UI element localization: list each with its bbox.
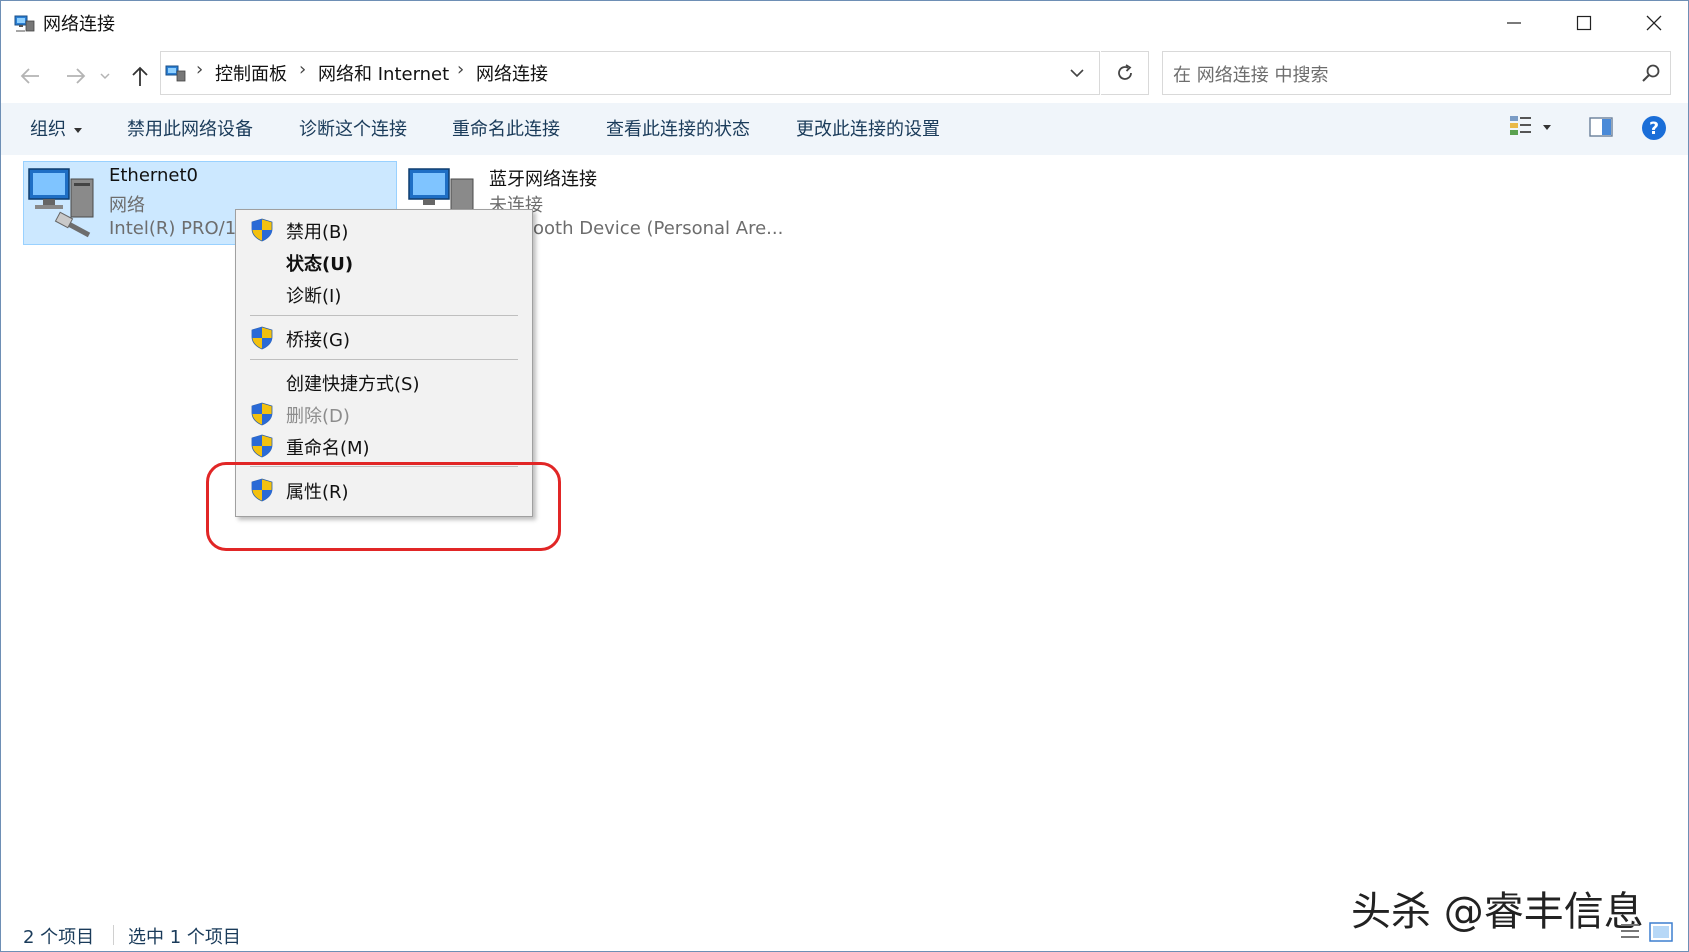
- help-icon: ?: [1642, 116, 1666, 140]
- uac-shield-icon: [251, 326, 273, 350]
- chevron-right-icon: ›: [196, 59, 204, 80]
- chevron-down-icon: [100, 73, 110, 80]
- maximize-icon: [1576, 15, 1592, 31]
- chevron-right-icon: ›: [299, 59, 307, 80]
- refresh-button[interactable]: [1101, 51, 1149, 95]
- uac-shield-icon: [251, 218, 273, 242]
- menu-label-status: 状态(U): [286, 254, 354, 275]
- search-input[interactable]: 在 网络连接 中搜索: [1173, 61, 1328, 87]
- chevron-right-icon: ›: [457, 59, 465, 80]
- menu-item-status[interactable]: 状态(U): [236, 246, 532, 278]
- breadcrumb-network-internet[interactable]: 网络和 Internet: [318, 60, 449, 86]
- organize-menu[interactable]: 组织: [30, 115, 82, 141]
- title-bar: 网络连接: [1, 1, 1688, 45]
- menu-label-rename: 重命名(M): [286, 438, 370, 459]
- menu-label-disable: 禁用(B): [286, 222, 349, 243]
- breadcrumb-network-connections[interactable]: 网络连接: [476, 60, 548, 86]
- change-view-button[interactable]: [1509, 115, 1553, 141]
- svg-text:?: ?: [1649, 119, 1659, 139]
- back-button[interactable]: [17, 63, 43, 89]
- menu-item-bridge[interactable]: 桥接(G): [236, 322, 532, 354]
- search-icon[interactable]: [1641, 63, 1661, 83]
- item-count: 2 个项目: [23, 927, 95, 948]
- maximize-button[interactable]: [1549, 1, 1619, 45]
- view-icon: [1510, 116, 1531, 135]
- minimize-icon: [1507, 22, 1521, 24]
- menu-item-diagnose[interactable]: 诊断(I): [236, 278, 532, 310]
- highlight-annotation: [206, 462, 561, 551]
- view-status-button[interactable]: 查看此连接的状态: [606, 115, 750, 141]
- address-dropdown-button[interactable]: [1063, 59, 1091, 87]
- forward-button[interactable]: [63, 63, 89, 89]
- refresh-icon: [1117, 64, 1132, 80]
- forward-arrow-icon: [67, 68, 86, 84]
- back-arrow-icon: [20, 68, 39, 84]
- menu-label-diagnose: 诊断(I): [286, 286, 342, 307]
- menu-item-create-shortcut[interactable]: 创建快捷方式(S): [236, 366, 532, 398]
- preview-pane-button[interactable]: [1589, 117, 1613, 141]
- breadcrumb-control-panel[interactable]: 控制面板: [215, 60, 287, 86]
- menu-separator: [250, 359, 518, 360]
- menu-item-delete: 删除(D): [236, 398, 532, 430]
- up-button[interactable]: [127, 63, 153, 89]
- connection-name-bluetooth[interactable]: 蓝牙网络连接: [489, 165, 597, 191]
- status-divider: [113, 925, 114, 945]
- help-button[interactable]: ?: [1641, 115, 1667, 145]
- details-view-icon[interactable]: [1619, 921, 1641, 943]
- close-button[interactable]: [1619, 1, 1689, 45]
- connection-name-ethernet0: Ethernet0: [109, 165, 198, 186]
- menu-label-delete: 删除(D): [286, 406, 350, 427]
- explorer-window: 网络连接 › 控制面板 › 网络和 Internet › 网络连接 在 网络连接…: [0, 0, 1689, 952]
- rename-connection-button[interactable]: 重命名此连接: [452, 115, 560, 141]
- network-adapter-icon: [28, 168, 94, 238]
- up-arrow-icon: [132, 66, 148, 86]
- change-settings-button[interactable]: 更改此连接的设置: [796, 115, 940, 141]
- chevron-down-icon: [1070, 69, 1084, 78]
- close-icon: [1646, 15, 1662, 31]
- uac-shield-icon: [251, 402, 273, 426]
- large-icons-view-icon[interactable]: [1649, 921, 1673, 943]
- selected-count: 选中 1 个项目: [128, 927, 241, 948]
- connection-device-bluetooth: ooth Device (Personal Are...: [533, 218, 784, 239]
- menu-label-create-shortcut: 创建快捷方式(S): [286, 374, 420, 395]
- caret-down-icon: [74, 127, 82, 133]
- preview-pane-icon: [1589, 117, 1613, 137]
- watermark: 头杀 @睿丰信息: [1351, 889, 1644, 935]
- uac-shield-icon: [251, 434, 273, 458]
- network-folder-icon: [165, 65, 186, 82]
- recent-locations-button[interactable]: [97, 63, 113, 89]
- menu-item-disable[interactable]: 禁用(B): [236, 214, 532, 246]
- organize-label: 组织: [30, 119, 66, 140]
- menu-separator: [250, 315, 518, 316]
- caret-down-icon: [1543, 125, 1551, 130]
- connection-status-ethernet0: 网络: [109, 195, 145, 216]
- menu-label-bridge: 桥接(G): [286, 330, 350, 351]
- disable-device-button[interactable]: 禁用此网络设备: [127, 115, 253, 141]
- window-title: 网络连接: [43, 14, 115, 35]
- minimize-button[interactable]: [1479, 1, 1549, 45]
- network-folder-icon: [14, 15, 35, 32]
- menu-item-rename[interactable]: 重命名(M): [236, 430, 532, 462]
- diagnose-connection-button[interactable]: 诊断这个连接: [299, 115, 407, 141]
- connection-device-ethernet0: Intel(R) PRO/1: [109, 218, 237, 239]
